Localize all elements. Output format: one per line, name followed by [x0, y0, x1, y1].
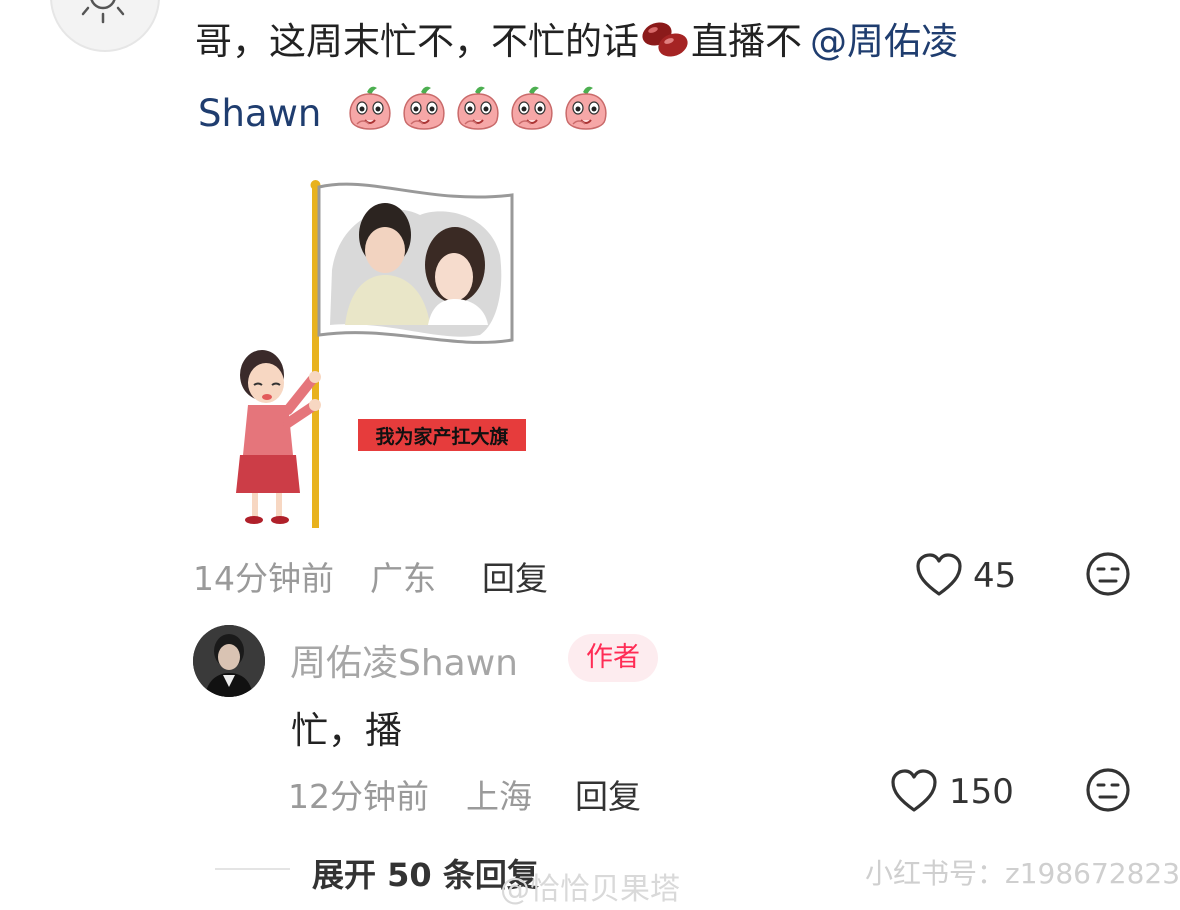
- expand-divider: [215, 868, 290, 870]
- reply-reply-button[interactable]: 回复: [575, 770, 641, 818]
- heart-icon: [891, 769, 937, 812]
- like-button[interactable]: [915, 552, 963, 602]
- reply-location: 上海: [466, 777, 532, 816]
- author-name[interactable]: 周佑凌Shawn: [290, 634, 518, 686]
- peach-emoji-icon: [561, 84, 611, 149]
- reply-button[interactable]: 回复: [482, 552, 548, 600]
- weibo-watermark: @恰恰贝果塔: [500, 872, 680, 907]
- reply-like-button[interactable]: [890, 768, 938, 818]
- comment-time: 14分钟前: [193, 559, 334, 598]
- reply-dislike-button[interactable]: [1085, 767, 1131, 817]
- peach-emoji-row: [345, 86, 615, 135]
- reply-text: 忙，播: [291, 709, 402, 752]
- image-banner-text: 我为家产扛大旗: [375, 425, 508, 448]
- comment-location: 广东: [370, 559, 436, 598]
- commenter-avatar[interactable]: [50, 0, 160, 52]
- author-badge: 作者: [568, 634, 658, 682]
- reply-like-count: 150: [949, 772, 1014, 812]
- mention-link-cont[interactable]: Shawn: [198, 92, 321, 135]
- comment-text-line2: Shawn: [198, 84, 615, 149]
- sun-icon: [81, 0, 125, 24]
- author-avatar[interactable]: [193, 625, 265, 697]
- comment-text-2: 直播不: [691, 20, 802, 63]
- like-count: 45: [973, 556, 1017, 596]
- bean-emoji-icon: [639, 18, 691, 73]
- xhs-watermark: 小红书号：z1986728233: [865, 857, 1180, 890]
- peach-emoji-icon: [345, 84, 395, 149]
- comment-text-line1: 哥，这周末忙不，不忙的话 直播不 @周佑凌: [195, 17, 958, 73]
- peach-emoji-icon: [507, 84, 557, 149]
- dislike-button[interactable]: [1085, 551, 1131, 601]
- heart-icon: [916, 553, 962, 596]
- neutral-face-icon: [1086, 768, 1130, 812]
- comment-image[interactable]: 我为家产扛大旗: [200, 175, 545, 530]
- peach-emoji-icon: [399, 84, 449, 149]
- reply-time: 12分钟前: [288, 777, 429, 816]
- peach-emoji-icon: [453, 84, 503, 149]
- comment-text: 哥，这周末忙不，不忙的话: [195, 20, 639, 63]
- neutral-face-icon: [1086, 552, 1130, 596]
- mention-link[interactable]: @周佑凌: [810, 20, 958, 63]
